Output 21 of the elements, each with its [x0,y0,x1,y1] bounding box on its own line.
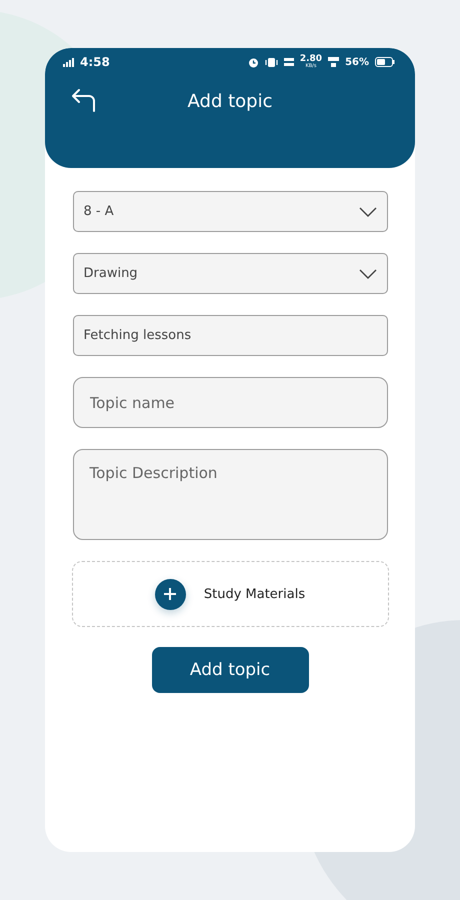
network-speed: 2.80 [300,55,322,64]
vibrate-icon [264,56,278,68]
page-title: Add topic [188,90,272,112]
battery-icon [375,57,395,67]
add-button[interactable] [154,578,186,610]
plus-icon [163,587,178,601]
dropdown[interactable]: Drawing [72,253,388,294]
status-time: 4:58 [80,55,110,69]
description-field[interactable]: Topic Description [72,449,388,540]
chevron-down-icon [358,206,376,216]
add-topic-button[interactable]: Add topic [152,647,308,693]
battery-level: 56% [345,56,369,68]
alarm-icon [248,56,259,68]
back-icon[interactable] [71,88,97,112]
upload-label: Study Materials [204,586,306,602]
network-icon [284,57,294,67]
topic-name-field[interactable]: Topic name [72,377,388,428]
upload-area[interactable]: Study Materials [72,561,388,627]
lesson-field[interactable]: Fetching lessons [72,315,388,356]
chevron-down-icon [358,268,376,278]
dropdown[interactable]: 8 - A [72,191,388,232]
